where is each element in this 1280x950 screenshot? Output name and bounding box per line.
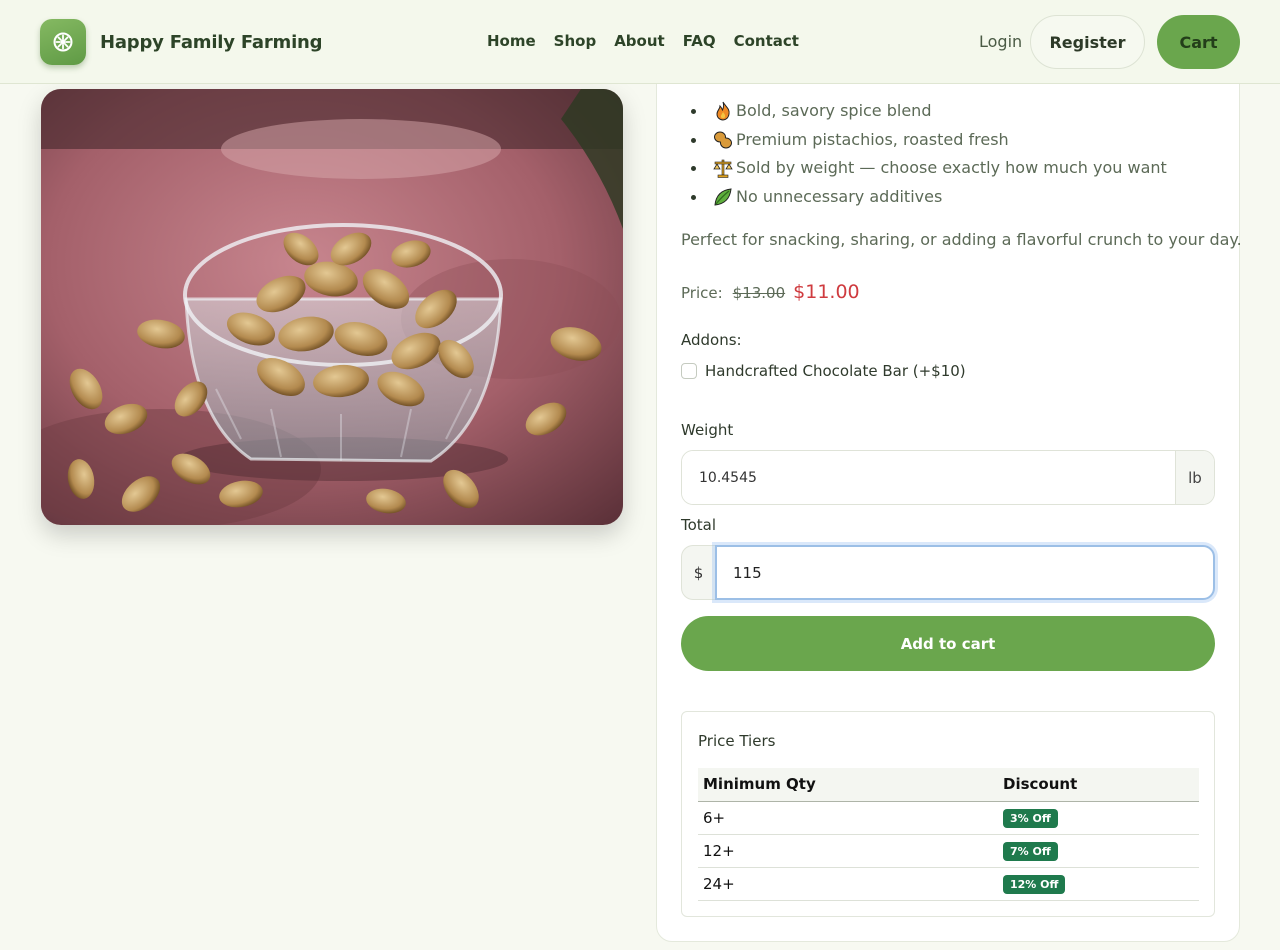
feature-item: Sold by weight — choose exactly how much… — [681, 156, 1167, 185]
add-to-cart-button[interactable]: Add to cart — [681, 616, 1215, 671]
nav-about[interactable]: About — [614, 32, 665, 50]
feature-text: No unnecessary additives — [736, 186, 943, 206]
column-header: Discount — [998, 768, 1199, 802]
register-button[interactable]: Register — [1030, 15, 1145, 69]
total-label: Total — [681, 516, 717, 534]
fire-icon — [716, 101, 730, 121]
weight-label: Weight — [681, 421, 734, 439]
discount-badge: 12% Off — [1003, 874, 1066, 894]
peanut-icon — [714, 131, 732, 148]
original-price: $13.00 — [732, 284, 786, 302]
discount-badge: 7% Off — [1003, 841, 1058, 861]
weight-unit: lb — [1175, 451, 1214, 504]
tier-qty: 24+ — [698, 867, 998, 901]
product-description: Perfect for snacking, sharing, or adding… — [681, 230, 1242, 249]
feature-list: Bold, savory spice blend Premium pistach… — [681, 99, 1167, 213]
flower-icon — [53, 32, 73, 52]
sale-price: $11.00 — [793, 281, 860, 303]
nav-faq[interactable]: FAQ — [683, 32, 716, 50]
currency-symbol: $ — [681, 545, 715, 600]
table-row: 24+ 12% Off — [698, 867, 1199, 901]
feature-item: Bold, savory spice blend — [681, 99, 1167, 128]
brand-link[interactable]: Happy Family Farming — [40, 19, 323, 65]
total-input-group: $ — [681, 545, 1215, 600]
price-tiers-table: Minimum Qty Discount 6+ 3% Off 12+ 7% Of… — [698, 768, 1199, 901]
pistachio-bowl-illustration — [41, 89, 623, 525]
addon-label: Handcrafted Chocolate Bar (+$10) — [705, 362, 966, 380]
nav-home[interactable]: Home — [487, 32, 536, 50]
weight-input-group: lb — [681, 450, 1215, 505]
total-input[interactable] — [715, 545, 1215, 600]
tier-qty: 12+ — [698, 834, 998, 868]
feature-text: Premium pistachios, roasted fresh — [736, 129, 1009, 149]
column-header: Minimum Qty — [698, 768, 998, 802]
cart-button[interactable]: Cart — [1157, 15, 1240, 69]
feature-text: Bold, savory spice blend — [736, 101, 932, 120]
table-row: 6+ 3% Off — [698, 801, 1199, 835]
price-tiers-title: Price Tiers — [698, 732, 776, 750]
price-tiers-panel: Price Tiers Minimum Qty Discount 6+ 3% O… — [681, 711, 1215, 917]
feature-item: No unnecessary additives — [681, 185, 1167, 214]
scale-icon — [713, 159, 733, 178]
nav-contact[interactable]: Contact — [734, 32, 799, 50]
brand-logo — [40, 19, 86, 65]
discount-badge: 3% Off — [1003, 808, 1058, 828]
price-row: Price: $13.00 $11.00 — [681, 281, 860, 303]
price-label: Price: — [681, 284, 723, 302]
tier-discount-cell: 12% Off — [998, 867, 1199, 901]
main-nav: Home Shop About FAQ Contact — [487, 32, 817, 50]
nav-shop[interactable]: Shop — [554, 32, 597, 50]
feature-text: Sold by weight — choose exactly how much… — [736, 158, 1167, 177]
brand-name: Happy Family Farming — [100, 31, 323, 53]
product-image — [41, 89, 623, 525]
addons-label: Addons: — [681, 331, 742, 349]
feature-item: Premium pistachios, roasted fresh — [681, 128, 1167, 157]
tier-discount-cell: 3% Off — [998, 801, 1199, 835]
navbar: Happy Family Farming Home Shop About FAQ… — [0, 0, 1280, 84]
addon-option[interactable]: Handcrafted Chocolate Bar (+$10) — [681, 362, 966, 380]
addon-checkbox[interactable] — [681, 363, 697, 379]
tier-qty: 6+ — [698, 801, 998, 835]
leaf-icon — [714, 187, 732, 206]
table-row: 12+ 7% Off — [698, 834, 1199, 868]
weight-input[interactable] — [682, 451, 1175, 504]
login-link[interactable]: Login — [979, 32, 1022, 51]
tier-discount-cell: 7% Off — [998, 834, 1199, 868]
table-header-row: Minimum Qty Discount — [698, 768, 1199, 802]
